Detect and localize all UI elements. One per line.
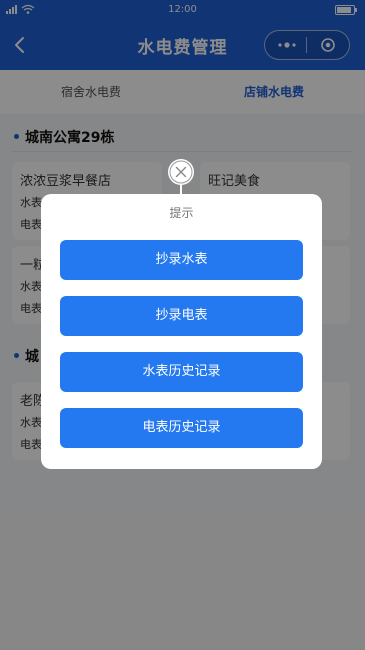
electric-history-button[interactable]: 电表历史记录 [60,408,303,448]
water-history-button[interactable]: 水表历史记录 [60,352,303,392]
modal-hint: 提示 [169,206,194,220]
action-modal: 提示 抄录水表 抄录电表 水表历史记录 电表历史记录 [41,194,322,469]
record-water-button[interactable]: 抄录水表 [60,240,303,280]
close-icon [169,160,193,184]
modal-close-button[interactable] [168,159,194,185]
record-electric-button[interactable]: 抄录电表 [60,296,303,336]
